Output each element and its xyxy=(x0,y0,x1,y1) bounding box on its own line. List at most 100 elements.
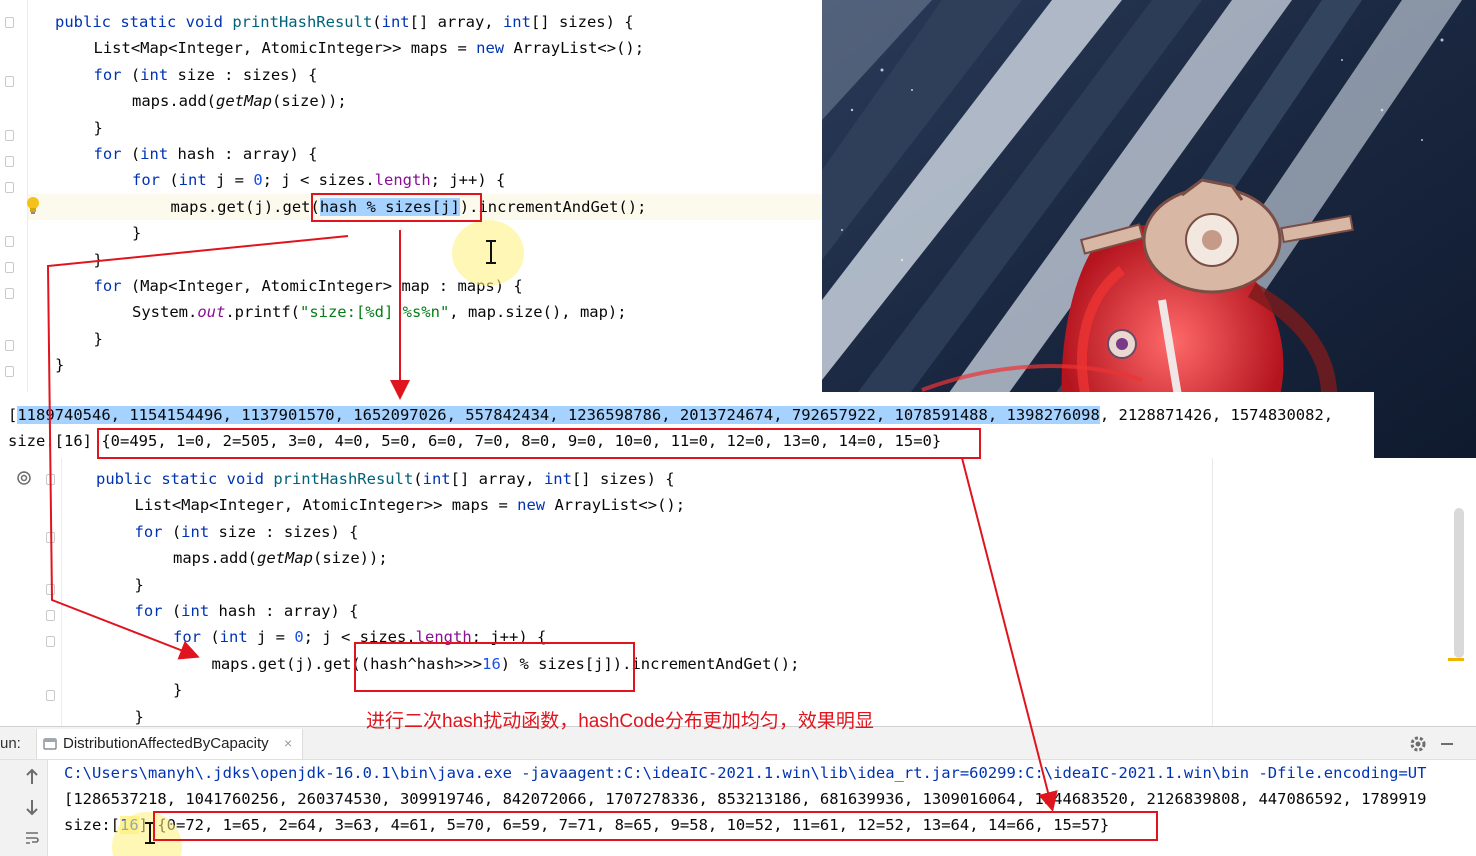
code-line[interactable]: for (int hash : array) { xyxy=(135,598,359,624)
code-token: for xyxy=(93,145,131,163)
fold-marker[interactable] xyxy=(5,366,14,377)
code-token: for xyxy=(134,602,172,620)
code-line[interactable]: for (int hash : array) { xyxy=(94,141,318,167)
code-line[interactable]: maps.get(j).get(hash % sizes[j]).increme… xyxy=(170,194,647,220)
run-toolbar xyxy=(0,760,48,856)
at-icon xyxy=(17,471,31,485)
fold-marker[interactable] xyxy=(46,532,55,543)
bulb-icon[interactable] xyxy=(25,196,41,216)
fold-marker[interactable] xyxy=(46,474,55,485)
code-token: int xyxy=(502,13,531,31)
code-token: } xyxy=(93,250,103,269)
hash-list-text: [1286537218, 1041760256, 260374530, 3099… xyxy=(64,790,1427,808)
code-token: [] sizes) { xyxy=(571,470,675,488)
previous-run-output: [1189740546, 1154154496, 1137901570, 165… xyxy=(0,392,1374,458)
code-token: size : sizes) { xyxy=(218,522,359,541)
code-line[interactable]: } xyxy=(135,704,144,726)
code-token: ; j < sizes. xyxy=(262,171,375,190)
code-token: ).incrementAndGet(); xyxy=(459,197,647,216)
code-token: maps.get(j).get( xyxy=(170,197,320,216)
code-token: length xyxy=(415,628,472,647)
code-token: hash : array) { xyxy=(177,145,318,163)
code-token: ; j < sizes. xyxy=(303,628,416,647)
fold-marker[interactable] xyxy=(5,340,14,351)
run-console[interactable]: C:\Users\manyh\.jdks\openjdk-16.0.1\bin\… xyxy=(0,760,1476,856)
run-label: un: xyxy=(0,735,21,752)
minimize-icon[interactable] xyxy=(1441,743,1453,745)
code-token: ( xyxy=(130,145,141,163)
code-line[interactable]: System.out.printf("size:[%d] %s%n", map.… xyxy=(132,299,627,325)
code-token: List<Map<Integer, AtomicInteger>> maps = xyxy=(134,496,518,515)
command-text: C:\Users\manyh\.jdks\openjdk-16.0.1\bin\… xyxy=(64,764,1427,782)
code-token: int xyxy=(181,522,219,541)
editor-scrollbar[interactable] xyxy=(1454,508,1464,658)
fold-marker[interactable] xyxy=(5,236,14,247)
arrow-up-icon[interactable] xyxy=(24,768,40,786)
bucket-distribution: {0=495, 1=0, 2=505, 3=0, 4=0, 5=0, 6=0, … xyxy=(101,432,942,450)
console-hash-list: [1286537218, 1041760256, 260374530, 3099… xyxy=(64,786,1426,812)
size-label: size:[ xyxy=(64,816,120,834)
bottom-code-editor[interactable]: public static void printHashResult(int[]… xyxy=(0,458,1476,726)
arrow-down-icon[interactable] xyxy=(24,798,40,816)
code-token: maps.add( xyxy=(173,549,257,568)
fold-marker[interactable] xyxy=(5,262,14,273)
code-line[interactable]: } xyxy=(94,326,103,352)
code-token: } xyxy=(93,329,103,348)
code-token: ( xyxy=(171,522,182,541)
fold-marker[interactable] xyxy=(5,182,14,193)
code-token: [] sizes) { xyxy=(530,13,634,31)
code-line[interactable]: maps.get(j).get((hash^hash>>>16) % sizes… xyxy=(212,651,800,677)
code-token: new xyxy=(517,496,555,515)
fold-marker[interactable] xyxy=(5,288,14,299)
change-marker xyxy=(1448,658,1464,661)
code-token: ( xyxy=(169,171,179,190)
code-line[interactable]: } xyxy=(132,220,141,246)
fold-marker[interactable] xyxy=(46,610,55,621)
code-line[interactable]: maps.add(getMap(size)); xyxy=(173,545,388,571)
gear-icon[interactable] xyxy=(1409,735,1427,753)
code-line[interactable]: for (int size : sizes) { xyxy=(94,62,318,88)
code-token: } xyxy=(134,575,144,594)
fold-marker[interactable] xyxy=(46,690,55,701)
top-code-editor[interactable]: public static void printHashResult(int[]… xyxy=(0,0,822,392)
code-line[interactable]: } xyxy=(173,677,182,703)
fold-marker[interactable] xyxy=(5,76,14,87)
code-line[interactable]: for (int size : sizes) { xyxy=(135,519,359,545)
code-token: (size)); xyxy=(272,92,347,111)
code-line[interactable]: } xyxy=(135,572,144,598)
code-token: for xyxy=(93,65,131,84)
code-line[interactable]: for (int j = 0; j < sizes.length; j++) { xyxy=(173,624,546,650)
run-panel-header: un: DistributionAffectedByCapacity × xyxy=(0,726,1476,760)
code-token: "size:[%d] %s%n" xyxy=(299,303,450,322)
code-line[interactable]: public static void printHashResult(int[]… xyxy=(96,466,675,492)
size-label: size:[16] xyxy=(8,432,102,450)
code-line[interactable]: maps.add(getMap(size)); xyxy=(132,88,347,114)
wrap-icon[interactable] xyxy=(24,830,40,846)
code-line[interactable]: } xyxy=(94,247,103,273)
code-token: System. xyxy=(132,303,198,322)
code-token: } xyxy=(55,356,65,375)
code-line[interactable]: public static void printHashResult(int[]… xyxy=(55,9,634,35)
fold-marker[interactable] xyxy=(5,130,14,141)
code-token: } xyxy=(132,224,142,243)
code-line[interactable]: for (Map<Integer, AtomicInteger> map : m… xyxy=(94,273,523,299)
fold-marker[interactable] xyxy=(46,636,55,647)
fold-marker[interactable] xyxy=(46,584,55,595)
close-icon[interactable]: × xyxy=(284,735,292,751)
code-token: printHashResult xyxy=(273,470,414,488)
run-tab[interactable]: DistributionAffectedByCapacity × xyxy=(36,729,304,759)
code-token: for xyxy=(93,277,131,295)
code-token: new xyxy=(476,39,514,58)
code-line[interactable]: } xyxy=(55,352,64,378)
code-line[interactable]: List<Map<Integer, AtomicInteger>> maps =… xyxy=(94,35,645,61)
code-line[interactable]: } xyxy=(94,115,103,141)
code-line[interactable]: List<Map<Integer, AtomicInteger>> maps =… xyxy=(135,492,686,518)
code-token: int xyxy=(140,145,178,163)
fold-marker[interactable] xyxy=(5,17,14,28)
editor-gutter xyxy=(0,0,28,392)
code-token: ( xyxy=(171,602,182,620)
code-token: ) % sizes[j]).incrementAndGet(); xyxy=(500,654,800,673)
fold-marker[interactable] xyxy=(5,156,14,167)
code-token: j = xyxy=(257,628,295,647)
code-line[interactable]: for (int j = 0; j < sizes.length; j++) { xyxy=(132,167,505,193)
